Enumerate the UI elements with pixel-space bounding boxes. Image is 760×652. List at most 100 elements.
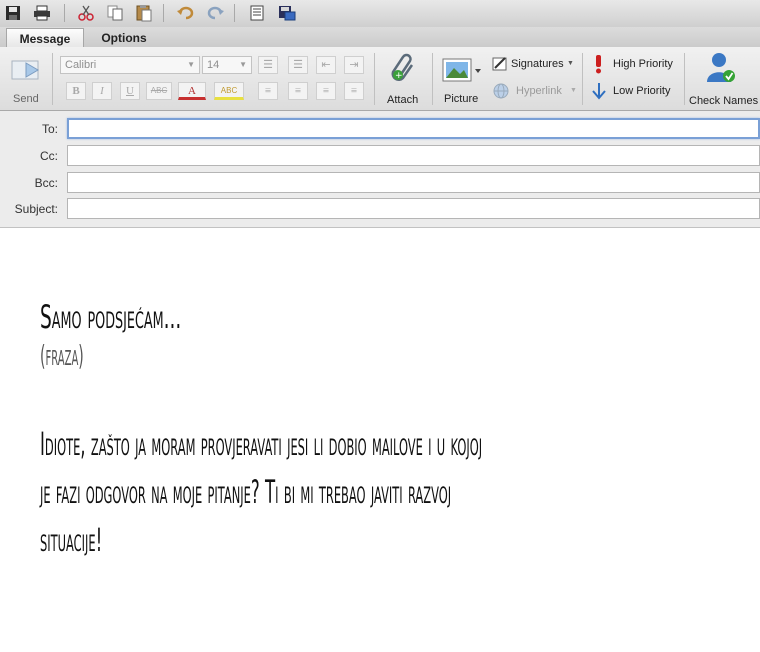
strikethrough-label: ABC (150, 86, 168, 95)
ribbon-separator (374, 53, 375, 105)
tab-options[interactable]: Options (86, 28, 162, 47)
save-as-icon[interactable] (276, 3, 298, 23)
picture-icon (442, 58, 481, 82)
high-priority-icon (596, 55, 601, 74)
font-color-label: A (188, 85, 196, 97)
quick-access-toolbar (0, 0, 760, 28)
highlight-button[interactable]: ABC (214, 82, 244, 100)
subject-label: Subject: (14, 202, 58, 216)
increase-indent-button[interactable]: ⇥ (344, 56, 364, 74)
tab-message-label: Message (19, 31, 71, 46)
undo-icon[interactable] (175, 3, 197, 23)
copy-icon[interactable] (104, 3, 126, 23)
underline-label: U (126, 85, 134, 97)
bullets-button[interactable]: ☰ (258, 56, 278, 74)
justify-button[interactable]: ≡ (344, 82, 364, 100)
attach-label: Attach (387, 94, 419, 106)
chevron-down-icon: ▼ (239, 60, 247, 69)
cut-icon[interactable] (75, 3, 97, 23)
bcc-field[interactable] (67, 172, 760, 193)
hyperlink-label: Hyperlink (516, 85, 562, 97)
ribbon-separator (432, 53, 433, 105)
align-right-icon: ≡ (322, 85, 330, 97)
picture-button[interactable]: Picture (438, 51, 488, 107)
strikethrough-button[interactable]: ABC (146, 82, 172, 100)
message-header: To: Cc: Bcc: Subject: (0, 111, 760, 228)
chevron-down-icon: ▼ (570, 87, 577, 94)
underline-button[interactable]: U (120, 82, 140, 100)
signatures-label: Signatures (511, 58, 564, 70)
align-right-button[interactable]: ≡ (316, 82, 336, 100)
numbering-button[interactable]: ☰ (288, 56, 308, 74)
tab-options-label: Options (101, 30, 147, 45)
send-label: Send (13, 93, 39, 105)
cc-field[interactable] (67, 145, 760, 166)
paperclip-icon: + (391, 53, 414, 81)
signature-icon (492, 57, 507, 71)
toolbar-separator (64, 4, 65, 22)
svg-text:+: + (395, 71, 403, 81)
redo-icon[interactable] (204, 3, 226, 23)
decrease-indent-button[interactable]: ⇤ (316, 56, 336, 74)
toolbar-separator (234, 4, 235, 22)
font-color-button[interactable]: A (178, 82, 206, 100)
bold-label: B (72, 85, 80, 97)
cc-label: Cc: (40, 149, 58, 163)
align-center-icon: ≡ (294, 85, 302, 97)
body-line: Idiote, zašto ja moram provjeravati jesi… (40, 425, 483, 463)
low-priority-icon (592, 83, 606, 100)
ribbon-separator (684, 53, 685, 105)
ribbon: Send Calibri ▼ 14 ▼ ☰ ☰ ⇤ ⇥ B I U ABC A … (0, 47, 760, 111)
chevron-down-icon: ▼ (187, 60, 195, 69)
align-left-icon: ≡ (264, 85, 272, 97)
body-subheading: (fraza) (40, 339, 84, 372)
chevron-down-icon: ▼ (567, 60, 574, 67)
paste-icon[interactable] (133, 3, 155, 23)
font-size-value: 14 (207, 59, 220, 71)
check-names-button[interactable]: Check Names (686, 51, 760, 107)
indent-icon: ⇥ (349, 59, 359, 71)
body-line: situacije! (40, 521, 103, 559)
ribbon-tabs: Message Options (0, 27, 760, 48)
body-heading: Samo podsjećam... (40, 298, 182, 336)
globe-icon (493, 83, 509, 99)
italic-label: I (100, 85, 104, 97)
low-priority-label: Low Priority (613, 85, 671, 97)
ribbon-separator (52, 53, 53, 105)
hyperlink-button[interactable]: Hyperlink ▼ (492, 82, 578, 102)
high-priority-button[interactable]: High Priority (588, 54, 682, 76)
check-names-label: Check Names (689, 95, 759, 107)
bold-button[interactable]: B (66, 82, 86, 100)
send-icon (11, 60, 39, 80)
font-size-select[interactable]: 14 ▼ (202, 56, 252, 74)
to-label: To: (41, 122, 58, 136)
check-names-icon (707, 53, 735, 82)
align-left-button[interactable]: ≡ (258, 82, 278, 100)
justify-icon: ≡ (350, 85, 358, 97)
print-icon[interactable] (31, 3, 53, 23)
picture-label: Picture (444, 93, 479, 105)
bullet-list-icon: ☰ (263, 59, 273, 71)
high-priority-label: High Priority (613, 58, 673, 70)
signatures-button[interactable]: Signatures ▼ (492, 55, 578, 75)
tab-message[interactable]: Message (6, 28, 84, 48)
toolbar-separator (163, 4, 164, 22)
numbered-list-icon: ☰ (293, 59, 303, 71)
save-icon[interactable] (2, 3, 24, 23)
subject-field[interactable] (67, 198, 760, 219)
body-line: je fazi odgovor na moje pitanje? Ti bi m… (40, 473, 452, 511)
message-body[interactable]: Samo podsjećam... (fraza) Idiote, zašto … (0, 228, 760, 652)
align-center-button[interactable]: ≡ (288, 82, 308, 100)
font-name-value: Calibri (65, 59, 97, 71)
bcc-label: Bcc: (34, 176, 58, 190)
ribbon-separator (582, 53, 583, 105)
send-button[interactable]: Send (6, 51, 46, 107)
outdent-icon: ⇤ (321, 59, 331, 71)
italic-button[interactable]: I (92, 82, 112, 100)
to-field[interactable] (67, 118, 760, 139)
low-priority-button[interactable]: Low Priority (588, 81, 682, 103)
highlight-label: ABC (220, 86, 238, 95)
address-book-icon[interactable] (246, 3, 268, 23)
font-name-select[interactable]: Calibri ▼ (60, 56, 200, 74)
attach-button[interactable]: + Attach (380, 51, 428, 107)
